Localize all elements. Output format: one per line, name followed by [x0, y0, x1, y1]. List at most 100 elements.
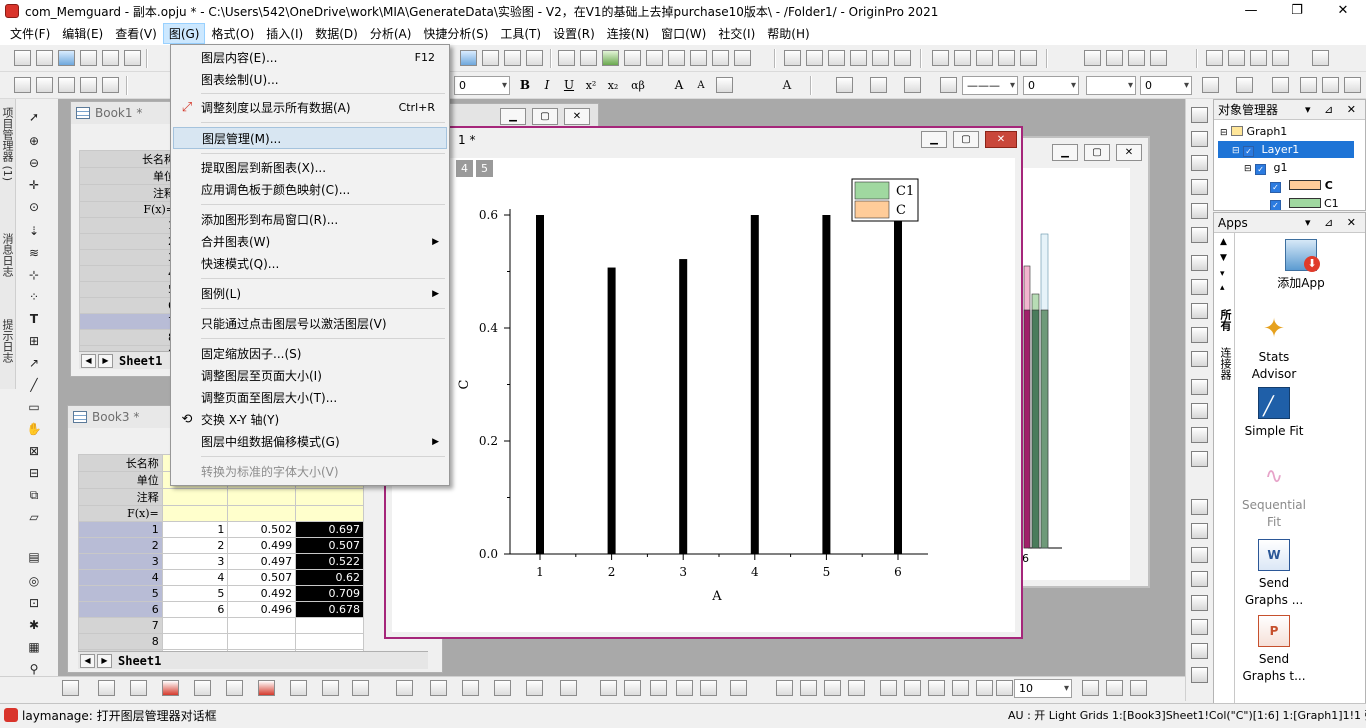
menu-item-speed-mode[interactable]: 快速模式(Q)... — [173, 253, 447, 275]
tree-item-layer1[interactable]: ⊟ ✓ Layer1 — [1218, 141, 1354, 158]
back-graph-close-button[interactable]: ✕ — [1116, 144, 1142, 161]
column-stats-icon[interactable] — [828, 50, 845, 66]
menu-view[interactable]: 查看(V) — [109, 23, 163, 44]
align-v-icon[interactable] — [904, 680, 921, 696]
menu-item-exchange-xy-axes[interactable]: ⟲ 交换 X-Y 轴(Y) — [173, 409, 447, 431]
zoom-icon[interactable] — [646, 50, 663, 66]
paste-icon[interactable] — [58, 77, 75, 93]
bar-chart[interactable]: 0.0 0.2 0.4 0.6 1 2 3 4 5 6 A C C1 C — [392, 158, 1015, 632]
cell[interactable] — [227, 633, 297, 650]
back-graph-maximize-button[interactable]: ▢ — [1084, 144, 1110, 161]
copy-icon[interactable] — [36, 77, 53, 93]
distribute-icon[interactable] — [952, 680, 969, 696]
close-button[interactable]: ✕ — [1320, 0, 1366, 22]
bold-button[interactable]: B — [516, 76, 534, 95]
mask-range-icon[interactable] — [624, 680, 641, 696]
asterisk-icon[interactable]: ✱ — [25, 617, 43, 633]
menu-item-merge-graphs[interactable]: 合并图表(W) ▶ — [173, 231, 447, 253]
row-header[interactable]: 1 — [78, 521, 163, 538]
graph1-close-button[interactable]: ✕ — [985, 131, 1017, 148]
set-z-icon[interactable] — [1020, 50, 1037, 66]
row-header[interactable]: 6 — [79, 297, 179, 314]
y-column-icon[interactable] — [1106, 50, 1123, 66]
legend-icon[interactable]: ⊡ — [25, 595, 43, 611]
cell-a[interactable]: 4 — [161, 569, 229, 586]
menu-item-apply-palette[interactable]: 应用调色板于颜色映射(C)... — [173, 179, 447, 201]
insert-icon[interactable] — [1191, 351, 1208, 367]
arrange-icon[interactable] — [1272, 77, 1289, 93]
search-icon[interactable]: ⚲ — [25, 661, 43, 677]
message-log-tab[interactable]: 消息日志 — [1, 233, 15, 277]
z-column-icon[interactable] — [1128, 50, 1145, 66]
mask-point-icon[interactable] — [600, 680, 617, 696]
collapse-icon[interactable]: ▴ — [1220, 283, 1225, 293]
new-notes-icon[interactable] — [124, 50, 141, 66]
code-builder-icon[interactable] — [558, 50, 575, 66]
menu-analysis[interactable]: 分析(A) — [364, 23, 418, 44]
cell-a[interactable]: 3 — [161, 553, 229, 570]
reader-icon[interactable] — [676, 680, 693, 696]
menu-graph[interactable]: 图(G) — [162, 23, 206, 44]
offset-icon[interactable] — [730, 680, 747, 696]
plot-visible-checkbox[interactable]: ✓ — [1270, 200, 1281, 210]
speed-mode-icon[interactable] — [1191, 227, 1208, 243]
zoom-dropdown[interactable]: 10 — [1014, 679, 1072, 698]
italic-button[interactable]: I — [538, 76, 556, 95]
sheet-tab[interactable]: Sheet1 — [118, 654, 161, 668]
menu-item-add-to-layout[interactable]: 添加图形到布局窗口(R)... — [173, 209, 447, 231]
move-left-icon[interactable] — [776, 680, 793, 696]
data-reader-icon[interactable]: ⊙ — [25, 199, 43, 215]
menu-connect[interactable]: 连接(N) — [601, 23, 655, 44]
pattern-dropdown[interactable] — [1086, 76, 1136, 95]
apps-tab-connectors[interactable]: 连接器 — [1217, 347, 1233, 380]
cell-b[interactable]: 0.507 — [227, 569, 297, 586]
menu-insert[interactable]: 插入(I) — [260, 23, 309, 44]
new-layer-icon[interactable] — [1191, 255, 1208, 271]
row-header[interactable]: 1 — [79, 217, 179, 234]
row-header[interactable]: 3 — [78, 553, 163, 570]
mask-tool-icon[interactable]: ≋ — [25, 245, 43, 261]
polar-plot-icon[interactable] — [290, 680, 307, 696]
fill-color-icon[interactable] — [836, 77, 853, 93]
first-icon[interactable] — [1250, 50, 1267, 66]
set-xy-icon[interactable] — [998, 50, 1015, 66]
image-plot-icon[interactable] — [494, 680, 511, 696]
cell[interactable] — [161, 505, 229, 522]
cell[interactable] — [161, 617, 229, 634]
set-column-icon[interactable] — [850, 50, 867, 66]
menu-quick-analysis[interactable]: 快捷分析(S) — [417, 23, 494, 44]
minimize-button[interactable]: — — [1228, 0, 1274, 22]
app-stats-advisor[interactable]: ✦ Stats Advisor — [1236, 313, 1312, 383]
menu-help[interactable]: 帮助(H) — [761, 23, 815, 44]
annotation-icon[interactable]: ⊞ — [25, 333, 43, 349]
line-tool-icon[interactable]: ╱ — [25, 377, 43, 393]
page-icon[interactable] — [1130, 680, 1147, 696]
hidden-window-minimize-button[interactable]: ▁ — [500, 108, 526, 125]
cell-a[interactable]: 6 — [161, 601, 229, 618]
cell-a[interactable]: 1 — [161, 521, 229, 538]
align-h-icon[interactable] — [880, 680, 897, 696]
tree-item-plot-c[interactable]: ✓ C — [1270, 177, 1333, 194]
sheet-prev-button[interactable]: ◀ — [80, 653, 95, 668]
insert-graph-icon[interactable]: ⊠ — [25, 443, 43, 459]
menu-settings[interactable]: 设置(R) — [547, 23, 601, 44]
align-bottom-icon[interactable] — [1191, 451, 1208, 467]
previous-icon[interactable] — [1206, 50, 1223, 66]
align-top-icon[interactable] — [1191, 427, 1208, 443]
ungroup-icon[interactable] — [1344, 77, 1361, 93]
group-objects-icon[interactable] — [1191, 643, 1208, 659]
add-column-icon[interactable] — [872, 50, 889, 66]
error-bar-icon[interactable] — [226, 680, 243, 696]
same-height-icon[interactable] — [1191, 571, 1208, 587]
scroll-down-icon[interactable]: ▼ — [1220, 253, 1227, 263]
axis-x-icon[interactable] — [1191, 155, 1208, 171]
3d-plot-icon[interactable] — [352, 680, 369, 696]
menu-item-legend[interactable]: 图例(L) ▶ — [173, 283, 447, 305]
cell-c[interactable]: 0.62 — [295, 569, 364, 586]
sheet-prev-button[interactable]: ◀ — [81, 353, 96, 368]
move-right-icon[interactable] — [800, 680, 817, 696]
eraser-icon[interactable]: ▱ — [25, 509, 43, 525]
rectangle-tool-icon[interactable]: ▭ — [25, 399, 43, 415]
swap-icon[interactable] — [650, 680, 667, 696]
row-header[interactable]: 5 — [78, 585, 163, 602]
